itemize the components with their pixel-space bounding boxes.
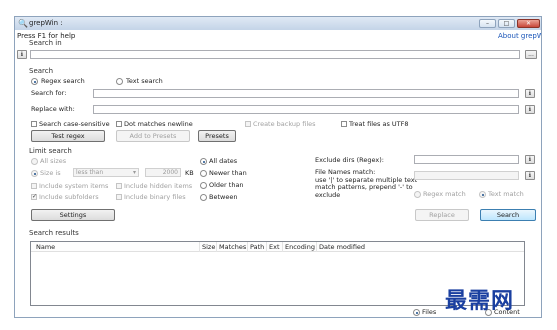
search-path-history-button[interactable]: ℹ xyxy=(17,50,27,59)
all-dates-label: All dates xyxy=(209,157,238,165)
text-search-radio[interactable] xyxy=(116,78,123,85)
size-is-radio[interactable] xyxy=(31,170,38,177)
grepwin-window: 🔍 grepWin : – □ ✕ Press F1 for help Abou… xyxy=(14,16,542,318)
include-subfolders-label: Include subfolders xyxy=(39,193,99,201)
include-hidden-label: Include hidden items xyxy=(124,182,193,190)
column-divider xyxy=(247,242,248,252)
all-sizes-radio[interactable] xyxy=(31,158,38,165)
newer-than-label: Newer than xyxy=(209,169,247,177)
backup-files-label: Create backup files xyxy=(253,120,316,128)
search-path-input[interactable] xyxy=(30,50,520,59)
title-bar[interactable]: 🔍 grepWin : – □ ✕ xyxy=(15,17,541,30)
text-match-label: Text match xyxy=(488,190,524,198)
older-than-radio[interactable] xyxy=(200,182,207,189)
column-divider xyxy=(199,242,200,252)
case-sensitive-label: Search case-sensitive xyxy=(39,120,110,128)
replace-with-label: Replace with: xyxy=(31,105,75,113)
column-date-modified[interactable]: Date modified xyxy=(319,243,365,251)
newer-than-radio[interactable] xyxy=(200,170,207,177)
utf8-label: Treat files as UTF8 xyxy=(349,120,409,128)
regex-search-radio[interactable] xyxy=(31,78,38,85)
column-divider xyxy=(282,242,283,252)
regex-search-label: Regex search xyxy=(41,77,85,85)
results-header: Name Size Matches Path Ext Encoding Date… xyxy=(31,242,524,252)
presets-button[interactable]: Presets xyxy=(198,130,236,142)
utf8-checkbox[interactable] xyxy=(341,121,347,127)
file-names-info-button[interactable]: ℹ xyxy=(525,171,535,180)
column-divider xyxy=(316,242,317,252)
dot-newline-checkbox[interactable] xyxy=(116,121,122,127)
include-system-label: Include system items xyxy=(39,182,109,190)
size-operator-select[interactable]: less than ▾ xyxy=(73,168,139,177)
test-regex-button[interactable]: Test regex xyxy=(31,130,105,142)
exclude-dirs-label: Exclude dirs (Regex): xyxy=(315,156,384,164)
between-radio[interactable] xyxy=(200,194,207,201)
include-binary-checkbox[interactable] xyxy=(116,194,122,200)
text-search-label: Text search xyxy=(126,77,163,85)
replace-button[interactable]: Replace xyxy=(415,209,469,221)
search-section-label: Search xyxy=(29,67,54,75)
include-system-checkbox[interactable] xyxy=(31,183,37,189)
size-value-input[interactable]: 2000 xyxy=(145,168,181,177)
case-sensitive-checkbox[interactable] xyxy=(31,121,37,127)
browse-button[interactable]: ... xyxy=(525,50,537,59)
file-names-input[interactable] xyxy=(414,171,519,180)
text-match-radio[interactable] xyxy=(479,191,486,198)
column-encoding[interactable]: Encoding xyxy=(285,243,315,251)
column-size[interactable]: Size xyxy=(202,243,215,251)
search-for-info-button[interactable]: ℹ xyxy=(525,89,535,98)
exclude-dirs-input[interactable] xyxy=(414,155,519,164)
replace-with-input[interactable] xyxy=(93,105,519,114)
close-button[interactable]: ✕ xyxy=(517,19,540,28)
dot-newline-label: Dot matches newline xyxy=(124,120,193,128)
size-unit-label: KB xyxy=(185,169,194,177)
column-ext[interactable]: Ext xyxy=(269,243,280,251)
search-in-label: Search in xyxy=(29,39,62,47)
column-path[interactable]: Path xyxy=(250,243,264,251)
chevron-down-icon: ▾ xyxy=(132,169,136,176)
add-to-presets-button[interactable]: Add to Presets xyxy=(116,130,190,142)
maximize-button[interactable]: □ xyxy=(498,19,515,28)
regex-match-radio[interactable] xyxy=(414,191,421,198)
files-view-label: Files xyxy=(422,308,437,316)
file-names-label: File Names match: use '|' to separate mu… xyxy=(315,168,418,199)
between-label: Between xyxy=(209,193,238,201)
all-sizes-label: All sizes xyxy=(40,157,67,165)
column-matches[interactable]: Matches xyxy=(219,243,246,251)
search-results-label: Search results xyxy=(29,229,79,237)
include-subfolders-checkbox[interactable] xyxy=(31,193,37,200)
exclude-dirs-info-button[interactable]: ℹ xyxy=(525,155,535,164)
include-hidden-checkbox[interactable] xyxy=(116,183,122,189)
column-divider xyxy=(216,242,217,252)
about-link[interactable]: About grepWin xyxy=(498,32,541,40)
size-is-label: Size is xyxy=(40,169,61,177)
settings-button[interactable]: Settings xyxy=(31,209,115,221)
include-binary-label: Include binary files xyxy=(124,193,186,201)
search-button[interactable]: Search xyxy=(480,209,536,221)
grepwin-app-icon: 🔍 xyxy=(18,19,28,28)
files-view-radio[interactable] xyxy=(413,309,420,316)
all-dates-radio[interactable] xyxy=(200,158,207,165)
regex-match-label: Regex match xyxy=(423,190,466,198)
search-for-input[interactable] xyxy=(93,89,519,98)
replace-with-info-button[interactable]: ℹ xyxy=(525,105,535,114)
minimize-button[interactable]: – xyxy=(479,19,496,28)
limit-search-label: Limit search xyxy=(29,147,72,155)
column-name[interactable]: Name xyxy=(36,243,55,251)
older-than-label: Older than xyxy=(209,181,244,189)
backup-files-checkbox[interactable] xyxy=(245,121,251,127)
watermark-text: 最需网 xyxy=(445,288,515,314)
column-divider xyxy=(266,242,267,252)
search-for-label: Search for: xyxy=(31,89,67,97)
window-title: grepWin : xyxy=(29,19,63,27)
